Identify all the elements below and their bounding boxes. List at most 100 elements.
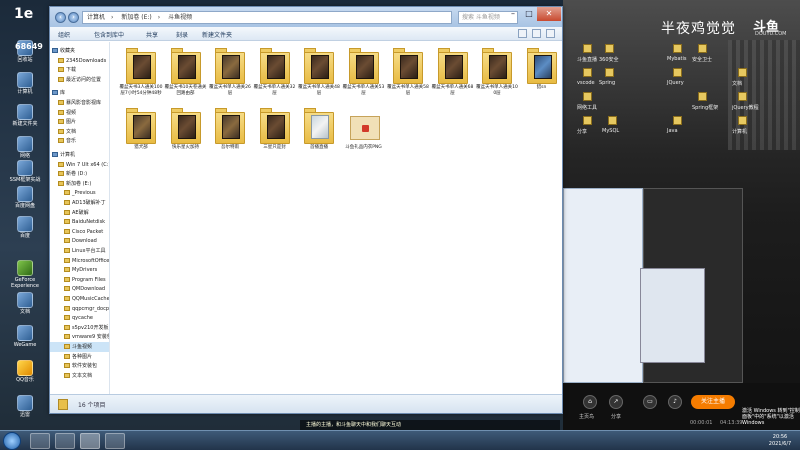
folder-icon[interactable] [605, 68, 614, 77]
nav-tree-item[interactable]: 图片 [50, 117, 109, 127]
nav-tree-item[interactable]: AE破解 [50, 208, 109, 218]
share-button[interactable]: ↗ [609, 395, 623, 409]
forward-button[interactable]: › [68, 12, 79, 23]
desktop-icon[interactable]: QQ音乐 [5, 360, 45, 383]
nav-tree-item[interactable]: qqpcmgr_docpro [50, 304, 109, 314]
share-menu[interactable]: 共享 [146, 30, 158, 39]
nav-tree-item[interactable]: BaiduNetdisk [50, 217, 109, 227]
file-item[interactable]: 覆盆天书3人通关100层7小时54分钟48秒 [119, 48, 163, 96]
desktop-icon[interactable]: 百度 [5, 216, 45, 239]
desktop-icon[interactable]: GeForce Experience [5, 260, 45, 289]
nav-tree-item[interactable]: 各种图片 [50, 352, 109, 362]
start-button[interactable] [3, 432, 21, 450]
nav-tree-item[interactable]: s5pv210开发板 [50, 323, 109, 333]
file-item[interactable]: 猎sn [520, 48, 564, 91]
add-to-library-menu[interactable]: 包含到库中 [94, 30, 124, 39]
folder-icon[interactable] [583, 116, 592, 125]
file-item[interactable]: 斗鱼礼品内衣PNG [342, 108, 386, 151]
file-item[interactable]: 覆盆天书单人通关32层 [253, 48, 297, 96]
music-button[interactable]: ♪ [668, 395, 682, 409]
nav-tree-item[interactable]: Program Files [50, 275, 109, 285]
nav-tree-item[interactable]: 新卷 (D:) [50, 169, 109, 179]
nav-section-header[interactable]: 库 [50, 88, 109, 98]
back-button[interactable]: ‹ [55, 12, 66, 23]
screen-button[interactable]: ▭ [643, 395, 657, 409]
system-clock[interactable]: 20:56 2021/6/7 [762, 434, 798, 448]
file-item[interactable]: 覆盆天书单人通关48层 [297, 48, 341, 96]
folder-icon[interactable] [583, 44, 592, 53]
taskbar-app-explorer[interactable] [80, 433, 100, 449]
folder-icon[interactable] [698, 92, 707, 101]
folder-icon[interactable] [605, 44, 614, 53]
nav-tree-item[interactable]: 下载 [50, 65, 109, 75]
file-item[interactable]: 覆盆天书10天卷通关回路由部 [164, 48, 208, 96]
nav-section-header[interactable]: 计算机 [50, 150, 109, 160]
desktop-icon[interactable]: 计算机 [5, 72, 45, 95]
folder-icon[interactable] [673, 68, 682, 77]
file-item[interactable]: 快乐星火加持 [164, 108, 208, 151]
folder-icon[interactable] [608, 116, 617, 125]
nav-tree-item[interactable]: qycache [50, 313, 109, 323]
breadcrumb-item[interactable]: 计算机 [87, 14, 105, 21]
nav-tree-item[interactable]: 视频 [50, 108, 109, 118]
file-item[interactable]: 猎犬部 [119, 108, 163, 151]
taskbar-app-ie[interactable] [30, 433, 50, 449]
desktop-icon[interactable]: 百度网盘 [5, 186, 45, 209]
folder-icon[interactable] [738, 116, 747, 125]
folder-icon[interactable] [738, 92, 747, 101]
nav-tree-item[interactable]: 软件安装包 [50, 361, 109, 371]
breadcrumb-item[interactable]: 新加卷 (E:) [121, 14, 151, 21]
minimize-button[interactable]: – [505, 7, 521, 21]
nav-tree-item[interactable]: 2345Downloads [50, 56, 109, 66]
folder-icon[interactable] [583, 92, 592, 101]
nav-section-header[interactable]: 收藏夹 [50, 46, 109, 56]
folder-icon[interactable] [583, 68, 592, 77]
nav-tree-item[interactable]: 音乐 [50, 136, 109, 146]
help-icon[interactable] [546, 29, 555, 38]
nav-tree-item[interactable]: 暴风影音影视库 [50, 98, 109, 108]
folder-icon[interactable] [698, 44, 707, 53]
desktop-icon[interactable]: SSM框架实战 [5, 160, 45, 183]
nav-tree-item[interactable]: 最近访问的位置 [50, 75, 109, 85]
file-item[interactable]: 覆盆天书单人通关26层 [208, 48, 252, 96]
nav-tree-item[interactable]: Cisco Packet [50, 227, 109, 237]
new-folder-button[interactable]: 新建文件夹 [202, 30, 232, 39]
nav-tree-item[interactable]: _Previous [50, 188, 109, 198]
file-item[interactable]: 首播直播 [297, 108, 341, 151]
file-item[interactable]: 三星只是封 [253, 108, 297, 151]
desktop-icon[interactable]: 文档 [5, 292, 45, 315]
file-item[interactable]: 吾尔特雨 [208, 108, 252, 151]
nav-tree-item[interactable]: 文本文档 [50, 371, 109, 381]
breadcrumb-item[interactable]: 斗鱼视频 [168, 14, 192, 21]
nav-tree-item[interactable]: QMDownload [50, 284, 109, 294]
nav-tree-item[interactable]: AD13破解补丁 [50, 198, 109, 208]
maximize-button[interactable]: □ [521, 7, 537, 21]
nav-tree-item[interactable]: vmware9 安装包 [50, 332, 109, 342]
nav-tree-item[interactable]: 文档 [50, 127, 109, 137]
file-item[interactable]: 覆盆天书单人通关53层 [342, 48, 386, 96]
file-item[interactable]: 覆盆天书单人通关100层 [475, 48, 519, 96]
address-bar[interactable]: 计算机 › 新加卷 (E:) › 斗鱼视频 [82, 11, 452, 24]
view-options-icon[interactable] [518, 29, 527, 38]
nav-tree-item[interactable]: MicrosoftOffice [50, 256, 109, 266]
nav-tree-item[interactable]: 新加卷 (E:) [50, 179, 109, 189]
taskbar-app-player[interactable] [55, 433, 75, 449]
desktop-icon[interactable]: 网络 [5, 136, 45, 159]
nav-tree-item[interactable]: 斗鱼视频 [50, 342, 109, 352]
folder-icon[interactable] [673, 116, 682, 125]
folder-icon[interactable] [673, 44, 682, 53]
preview-pane-icon[interactable] [532, 29, 541, 38]
desktop-icon[interactable]: 迅雷 [5, 395, 45, 418]
organize-menu[interactable]: 组织 [58, 30, 70, 39]
subscribe-button[interactable]: 关注主播 [691, 395, 735, 409]
nav-tree-item[interactable]: Win 7 Ult x64 (C:) [50, 160, 109, 170]
folder-icon[interactable] [738, 68, 747, 77]
nav-tree-item[interactable]: Download [50, 236, 109, 246]
file-item[interactable]: 覆盆天书单人通关58层 [386, 48, 430, 96]
home-button[interactable]: ⌂ [583, 395, 597, 409]
desktop-icon[interactable]: 新建文件夹 [5, 104, 45, 127]
burn-button[interactable]: 刻录 [176, 30, 188, 39]
close-button[interactable]: ✕ [537, 7, 561, 21]
file-item[interactable]: 覆盆天书单人通关68层 [431, 48, 475, 96]
nav-tree-item[interactable]: MyDrivers [50, 265, 109, 275]
